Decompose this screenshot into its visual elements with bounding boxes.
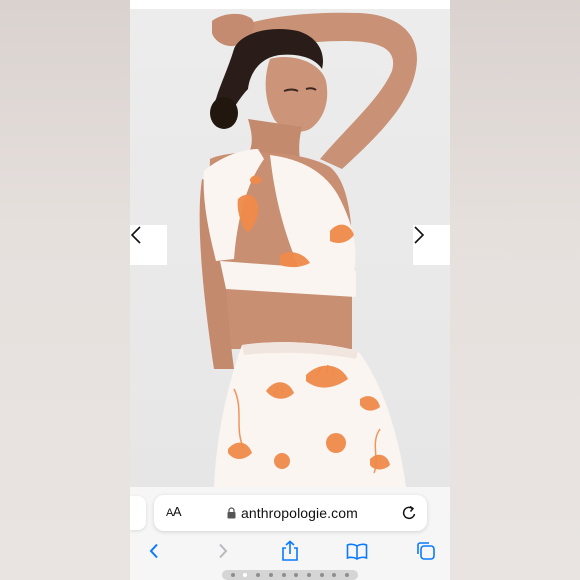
share-icon <box>282 540 298 561</box>
reload-icon[interactable] <box>402 505 417 521</box>
safari-toolbar <box>130 537 450 567</box>
url-domain: anthropologie.com <box>241 505 358 521</box>
chevron-right-icon <box>219 543 228 559</box>
page-dot <box>268 573 273 577</box>
tabs-button[interactable] <box>415 540 437 562</box>
page-dot <box>294 573 299 577</box>
bookmarks-button[interactable] <box>346 540 368 562</box>
product-photo <box>130 9 450 487</box>
page-dot <box>307 573 312 577</box>
text-size-button[interactable]: AA <box>166 504 182 519</box>
back-button[interactable] <box>143 540 165 562</box>
carousel-prev-button[interactable] <box>130 225 167 265</box>
share-button[interactable] <box>279 540 301 562</box>
previous-tab-url-bar[interactable] <box>130 496 146 530</box>
page-dot <box>256 573 261 577</box>
address-bar[interactable]: AA anthropologie.com <box>154 495 427 531</box>
carousel-next-button[interactable] <box>413 225 450 265</box>
safari-bottom-bar: AA anthropologie.com <box>130 487 450 580</box>
chevron-left-icon <box>149 543 158 559</box>
page-dot <box>345 573 350 577</box>
lock-icon <box>227 507 236 519</box>
blurred-background-right <box>450 0 580 580</box>
tabs-icon <box>417 542 435 560</box>
page-dot-active <box>243 573 248 577</box>
blurred-background-left <box>0 0 130 580</box>
page-dot <box>230 573 235 577</box>
chevron-left-icon <box>130 226 141 244</box>
page-dot <box>281 573 286 577</box>
phone-screenshot: AA anthropologie.com <box>130 0 450 580</box>
page-dot <box>319 573 324 577</box>
status-strip <box>130 0 450 9</box>
page-dot <box>332 573 337 577</box>
image-page-indicator <box>222 570 358 580</box>
chevron-right-icon <box>414 226 425 244</box>
book-icon <box>346 543 368 560</box>
forward-button[interactable] <box>212 540 234 562</box>
model-in-dress-illustration <box>199 12 417 487</box>
